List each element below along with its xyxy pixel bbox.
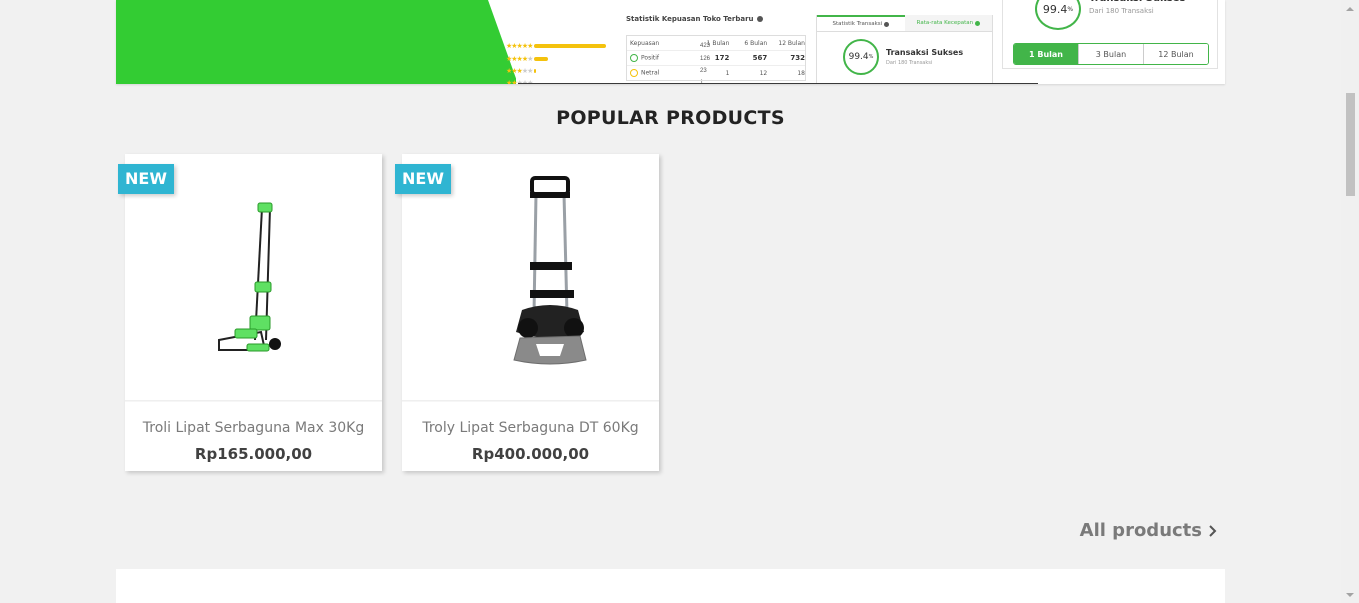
info-icon (756, 16, 763, 22)
banner-green-panel (116, 0, 516, 84)
rating-row-4: ★★★★★ 126 (506, 56, 711, 63)
success-rate-circle: 99.4% (843, 39, 879, 75)
scrollbar-thumb[interactable] (1346, 93, 1355, 196)
period-3-months[interactable]: 3 Bulan (1078, 44, 1143, 64)
scroll-up-arrow-icon[interactable] (1341, 0, 1359, 17)
next-section-container (116, 569, 1225, 603)
period-1-month[interactable]: 1 Bulan (1014, 44, 1078, 64)
scroll-down-arrow-icon[interactable] (1341, 586, 1359, 603)
card-divider (125, 400, 382, 402)
section-title: POPULAR PRODUCTS (556, 107, 785, 129)
product-name[interactable]: Troly Lipat Serbaguna DT 60Kg (402, 420, 659, 436)
success-sub: Dari 180 Transaksi (886, 60, 933, 66)
product-card[interactable]: Troli Lipat Serbaguna Max 30Kg Rp165.000… (125, 154, 382, 471)
new-badge: NEW (395, 164, 451, 194)
table-header-row: Kepuasan 1 Bulan 6 Bulan 12 Bulan (627, 36, 805, 51)
vertical-scrollbar[interactable] (1341, 0, 1359, 603)
product-name[interactable]: Troli Lipat Serbaguna Max 30Kg (125, 420, 382, 436)
rating-row-3: ★★★★★ 23 (506, 68, 707, 75)
card-divider (402, 400, 659, 402)
transaction-stats-box: Statistik Transaksi Rata-rata Kecepatan … (816, 15, 993, 84)
tab-transaction-stats[interactable]: Statistik Transaksi (817, 15, 905, 31)
info-icon (883, 21, 889, 27)
table-row: Netral 1 12 18 (627, 66, 805, 80)
neutral-face-icon (630, 69, 638, 77)
product-card[interactable]: Troly Lipat Serbaguna DT 60Kg Rp400.000,… (402, 154, 659, 471)
banner-divider (518, 83, 1038, 84)
new-badge: NEW (118, 164, 174, 194)
product-price: Rp400.000,00 (471, 445, 590, 463)
rating-row-5: ★★★★★ 423 (506, 43, 711, 50)
period-12-months[interactable]: 12 Bulan (1143, 44, 1208, 64)
info-icon (974, 20, 980, 26)
all-products-label: All products (1079, 520, 1202, 541)
success-label: Transaksi Sukses (886, 48, 964, 57)
product-price: Rp165.000,00 (194, 445, 313, 463)
satisfaction-title: Statistik Kepuasan Toko Terbaru (626, 15, 763, 23)
success-sub: Dari 180 Transaksi (1089, 7, 1154, 15)
success-label: Transaksi Sukses (1089, 0, 1185, 4)
period-selector: 1 Bulan 3 Bulan 12 Bulan (1013, 43, 1209, 65)
all-products-link[interactable]: All products (1080, 520, 1218, 541)
table-row: Positif 172 567 732 (627, 51, 805, 66)
store-stats-banner: ★★★★★ 423 ★★★★★ 126 ★★★★★ 23 ★★★★★ 1 Sta… (116, 0, 1225, 84)
chevron-right-icon (1209, 524, 1217, 537)
tab-average-speed[interactable]: Rata-rata Kecepatan (904, 15, 992, 31)
satisfaction-table: Kepuasan 1 Bulan 6 Bulan 12 Bulan Positi… (626, 35, 806, 81)
period-stats-card: 99.4% Transaksi Sukses Dari 180 Transaks… (1002, 0, 1218, 69)
smile-icon (630, 54, 638, 62)
success-rate-circle-large: 99.4% (1035, 0, 1081, 30)
